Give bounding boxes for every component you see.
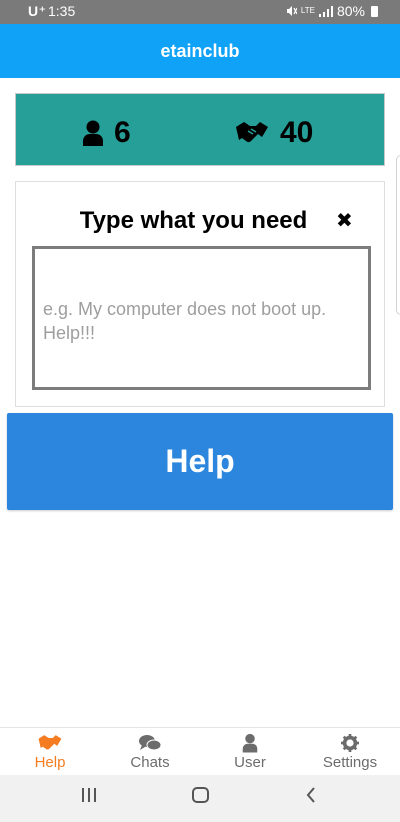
handshake-icon xyxy=(36,732,64,754)
stats-card: 6 40 xyxy=(15,93,385,166)
mute-icon xyxy=(286,6,297,16)
status-time: 1:35 xyxy=(48,3,76,19)
nav-item-user[interactable]: User xyxy=(200,728,300,775)
gear-icon xyxy=(341,732,359,754)
helps-count: 40 xyxy=(280,116,314,149)
handshake-icon xyxy=(236,122,268,143)
close-icon[interactable]: ✖ xyxy=(336,208,353,233)
users-count: 6 xyxy=(114,116,131,149)
nav-label-chats: Chats xyxy=(130,754,170,771)
help-button[interactable]: Help xyxy=(7,413,393,510)
nav-item-chats[interactable]: Chats xyxy=(100,728,200,775)
nav-label-user: User xyxy=(234,754,266,771)
chat-icon xyxy=(139,732,161,754)
need-input[interactable] xyxy=(32,246,371,390)
request-card: Type what you need ✖ xyxy=(15,181,385,407)
recent-apps-icon[interactable] xyxy=(82,787,96,808)
battery-icon xyxy=(371,5,378,17)
app-title: etainclub xyxy=(160,40,240,61)
back-icon[interactable] xyxy=(306,787,316,808)
side-drawer-handle[interactable] xyxy=(396,155,400,315)
user-icon xyxy=(242,732,258,754)
signal-icon xyxy=(318,5,333,17)
home-icon[interactable] xyxy=(192,787,209,808)
user-icon xyxy=(83,120,103,146)
system-nav-bar xyxy=(0,775,400,822)
helps-stat: 40 xyxy=(234,116,313,150)
status-bar: U⁺ 1:35 LTE 80% xyxy=(0,0,400,24)
battery-percent: 80% xyxy=(336,3,365,19)
network-type: LTE xyxy=(300,6,315,15)
users-stat: 6 xyxy=(82,116,131,150)
nav-item-settings[interactable]: Settings xyxy=(300,728,400,775)
status-icons: LTE 80% xyxy=(285,3,378,19)
carrier-label: U⁺ xyxy=(28,3,47,19)
app-bar: etainclub xyxy=(0,24,400,78)
request-title: Type what you need xyxy=(79,207,308,234)
bottom-nav: Help Chats User Settings xyxy=(0,727,400,775)
nav-label-help: Help xyxy=(34,754,66,771)
nav-item-help[interactable]: Help xyxy=(0,728,100,775)
nav-label-settings: Settings xyxy=(322,754,378,771)
